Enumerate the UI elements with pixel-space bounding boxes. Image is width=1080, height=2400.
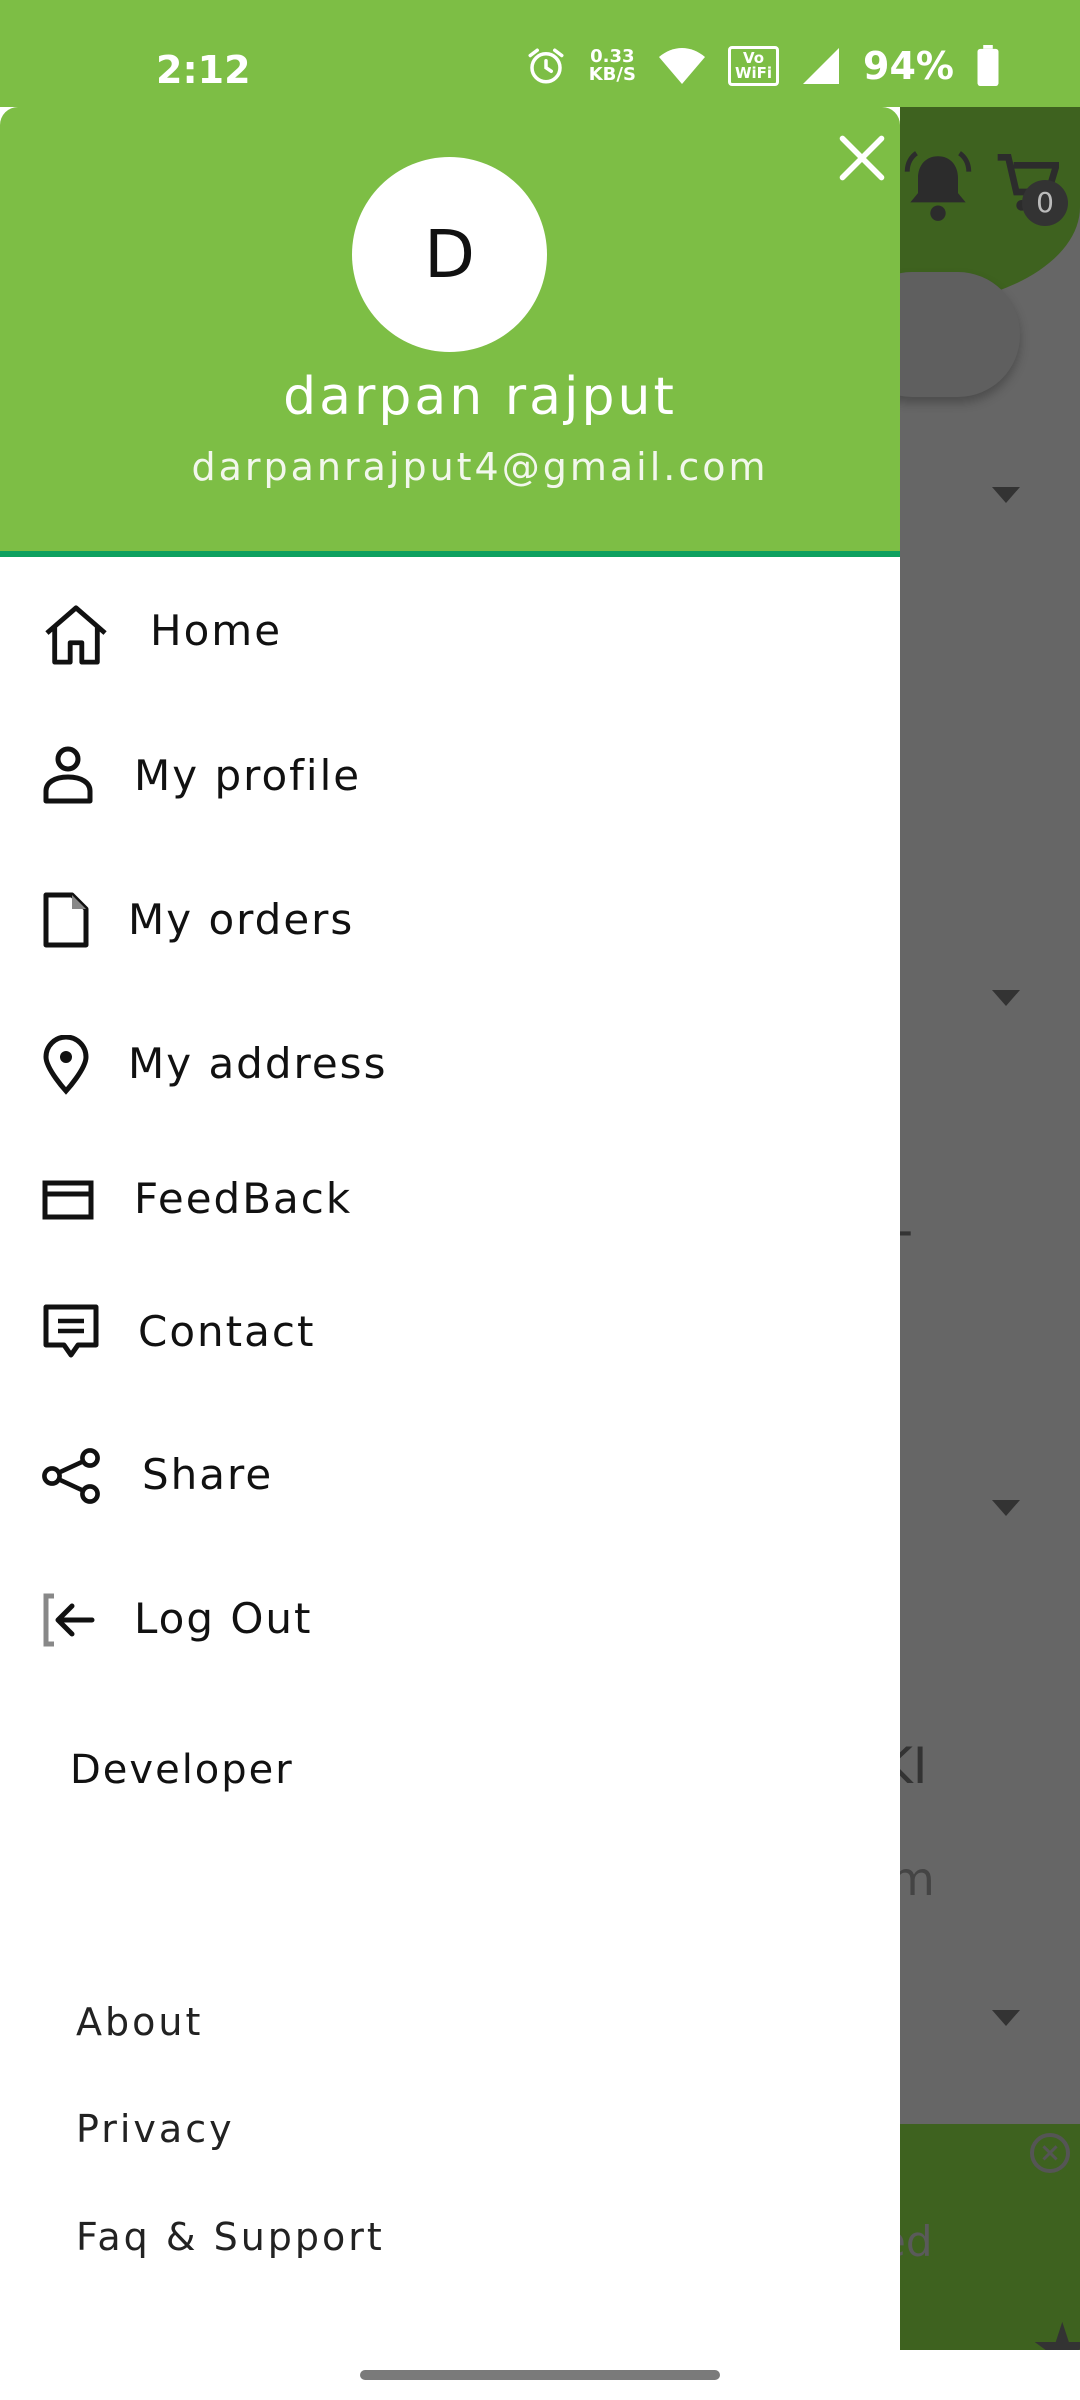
home-icon (45, 605, 107, 665)
user-email: darpanrajput4@gmail.com (191, 445, 769, 489)
close-icon[interactable] (836, 132, 888, 184)
menu-item-my-profile[interactable]: My profile (0, 721, 900, 831)
network-speed: 0.33 KB/S (589, 48, 636, 84)
star-icon: ★ (1030, 2307, 1080, 2350)
menu-item-label: My address (128, 1039, 388, 1088)
share-icon (42, 1448, 100, 1504)
banner-close-icon: × (1030, 2133, 1070, 2173)
alarm-icon (528, 48, 564, 84)
developer-section-label[interactable]: Developer (70, 1747, 294, 1793)
signal-icon (803, 48, 840, 84)
menu-item-label: Log Out (134, 1594, 313, 1643)
avatar[interactable]: D (352, 157, 547, 352)
dropdown-caret-icon (992, 1500, 1020, 1516)
menu-item-label: Home (150, 606, 283, 655)
faq-support-link[interactable]: Faq & Support (76, 2215, 385, 2259)
menu-item-label: Share (142, 1450, 274, 1499)
status-icons: 0.33 KB/S Vo WiFi 94% (525, 44, 1000, 88)
vowifi-icon: Vo WiFi (727, 46, 780, 86)
menu-item-label: My profile (134, 751, 362, 800)
cart-count-badge: 0 (1022, 180, 1068, 226)
battery-icon (977, 45, 999, 87)
menu-item-label: FeedBack (134, 1174, 353, 1223)
user-name: darpan rajput (283, 367, 677, 427)
privacy-link[interactable]: Privacy (76, 2107, 235, 2151)
dropdown-caret-icon (992, 990, 1020, 1006)
battery-percentage: 94% (863, 44, 954, 88)
logout-icon (43, 1593, 95, 1647)
dropdown-caret-icon (992, 487, 1020, 503)
menu-item-feedback[interactable]: FeedBack (0, 1144, 900, 1254)
menu-item-label: My orders (128, 895, 355, 944)
notification-bell-icon (904, 151, 972, 221)
wifi-icon (658, 48, 705, 84)
menu-item-log-out[interactable]: Log Out (0, 1564, 900, 1674)
status-bar: 2:12 0.33 KB/S Vo WiFi 94% (0, 0, 1080, 107)
navigation-drawer: D darpan rajput darpanrajput4@gmail.com … (0, 107, 900, 2350)
dropdown-caret-icon (992, 2010, 1020, 2026)
location-pin-icon (43, 1035, 89, 1095)
document-icon (43, 892, 89, 948)
card-icon (42, 1180, 94, 1220)
person-icon (43, 746, 93, 804)
about-link[interactable]: About (76, 2000, 203, 2044)
menu-item-my-address[interactable]: My address (0, 1009, 900, 1119)
menu-item-share[interactable]: Share (0, 1420, 900, 1530)
menu-item-contact[interactable]: Contact (0, 1277, 900, 1387)
menu-item-home[interactable]: Home (0, 576, 900, 686)
network-speed-unit: KB/S (588, 64, 636, 85)
menu-item-my-orders[interactable]: My orders (0, 865, 900, 975)
vowifi-line2: WiFi (734, 64, 773, 82)
menu-item-label: Contact (138, 1307, 316, 1356)
home-indicator[interactable] (360, 2370, 720, 2380)
status-time: 2:12 (156, 48, 251, 92)
chat-icon (43, 1304, 99, 1358)
drawer-header: D darpan rajput darpanrajput4@gmail.com (0, 107, 900, 557)
